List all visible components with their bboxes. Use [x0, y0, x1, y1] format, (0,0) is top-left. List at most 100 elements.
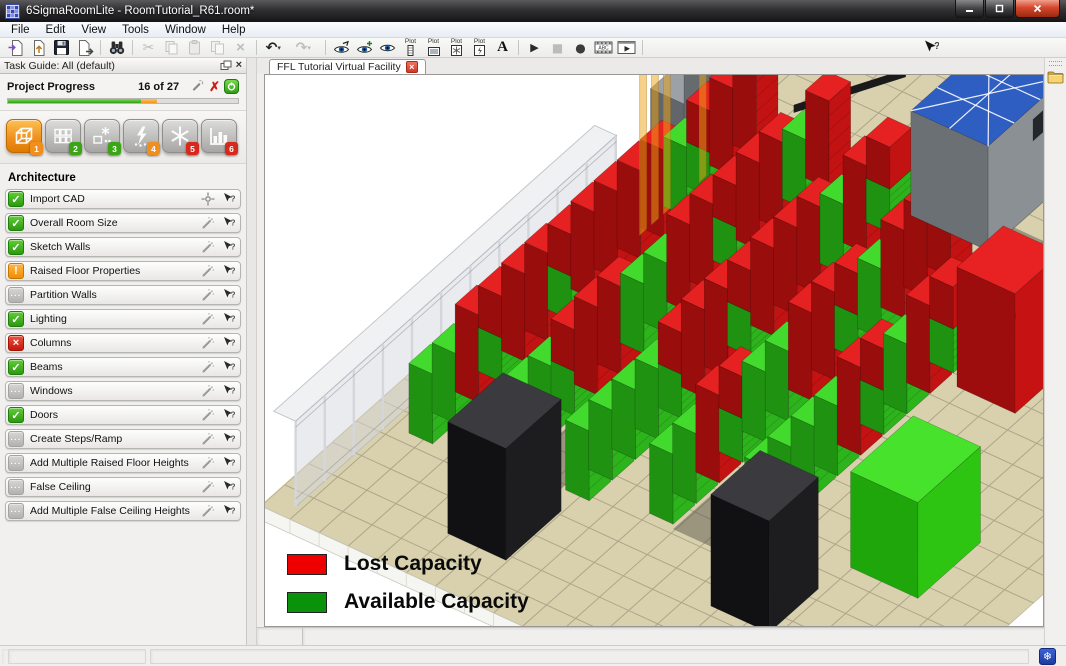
- wand-icon[interactable]: [201, 432, 215, 446]
- context-help-icon[interactable]: ?: [222, 264, 235, 278]
- plot-cooling-button[interactable]: Plot: [445, 38, 468, 57]
- context-help-icon[interactable]: ?: [222, 408, 235, 422]
- task-doors[interactable]: ✓Doors?: [5, 405, 241, 425]
- wand-icon[interactable]: [201, 240, 215, 254]
- task-columns[interactable]: ×Columns?: [5, 333, 241, 353]
- context-help-icon[interactable]: ?: [222, 384, 235, 398]
- context-help-icon[interactable]: ?: [222, 192, 235, 206]
- menu-item-tools[interactable]: Tools: [114, 24, 157, 36]
- solver-status-icon[interactable]: ❄: [1039, 648, 1056, 665]
- plot-floor-button[interactable]: Plot: [422, 38, 445, 57]
- panel-splitter[interactable]: [247, 58, 257, 645]
- find-icon[interactable]: [105, 38, 128, 57]
- undo-button[interactable]: ↶▾: [261, 38, 291, 57]
- open-room-icon[interactable]: [27, 38, 50, 57]
- task-beams[interactable]: ✓Beams?: [5, 357, 241, 377]
- view-orbit-icon[interactable]: [330, 38, 353, 57]
- plot-power-button[interactable]: Plot: [468, 38, 491, 57]
- view-add-icon[interactable]: [353, 38, 376, 57]
- menu-item-window[interactable]: Window: [157, 24, 214, 36]
- wand-icon[interactable]: [201, 312, 215, 326]
- step-button-5[interactable]: 5: [162, 119, 198, 153]
- play-button[interactable]: ▶: [523, 38, 546, 57]
- wand-icon[interactable]: [201, 264, 215, 278]
- wand-icon[interactable]: [201, 456, 215, 470]
- wand-icon[interactable]: [201, 480, 215, 494]
- context-help-icon[interactable]: ?: [222, 432, 235, 446]
- task-windows[interactable]: ···Windows?: [5, 381, 241, 401]
- task-create-steps-ramp[interactable]: ···Create Steps/Ramp?: [5, 429, 241, 449]
- task-add-multiple-raised-floor-heights[interactable]: ···Add Multiple Raised Floor Heights?: [5, 453, 241, 473]
- step-button-4[interactable]: 4: [123, 119, 159, 153]
- settings-wrench-icon[interactable]: [191, 78, 205, 95]
- float-panel-icon[interactable]: [220, 60, 232, 71]
- wand-icon[interactable]: [201, 504, 215, 518]
- wand-icon[interactable]: [201, 360, 215, 374]
- context-help-icon[interactable]: ?: [222, 312, 235, 326]
- tab-close-icon[interactable]: ×: [406, 61, 418, 73]
- task-raised-floor-properties[interactable]: !Raised Floor Properties?: [5, 261, 241, 281]
- toolbar-separator: [256, 40, 257, 55]
- task-add-multiple-false-ceiling-heights[interactable]: ···Add Multiple False Ceiling Heights?: [5, 501, 241, 521]
- context-help-icon[interactable]: ?: [222, 336, 235, 350]
- context-help-icon[interactable]: ?: [222, 240, 235, 254]
- save-icon[interactable]: [50, 38, 73, 57]
- step-button-6[interactable]: 6: [201, 119, 237, 153]
- 3d-viewport[interactable]: Lost CapacityAvailable Capacity: [264, 74, 1044, 627]
- maximize-button[interactable]: [985, 0, 1014, 18]
- plot-rack-button[interactable]: Plot: [399, 38, 422, 57]
- minimize-button[interactable]: [955, 0, 984, 18]
- export-room-icon[interactable]: [73, 38, 96, 57]
- wand-icon[interactable]: [201, 288, 215, 302]
- record-button[interactable]: ●: [569, 38, 592, 57]
- open-library-folder-icon[interactable]: [1047, 71, 1064, 89]
- wand-icon[interactable]: [201, 384, 215, 398]
- context-help-icon[interactable]: ?: [222, 504, 235, 518]
- context-help-icon[interactable]: ?: [222, 216, 235, 230]
- task-false-ceiling[interactable]: ···False Ceiling?: [5, 477, 241, 497]
- view-icon[interactable]: [376, 38, 399, 57]
- context-help-icon[interactable]: ?: [222, 480, 235, 494]
- task-import-cad[interactable]: ✓Import CAD?: [5, 189, 241, 209]
- context-help-icon[interactable]: ?: [222, 456, 235, 470]
- toolbar-grip-handle[interactable]: [1049, 61, 1062, 66]
- context-help-icon[interactable]: ?: [222, 360, 235, 374]
- close-button[interactable]: [1015, 0, 1060, 18]
- animation-frames-button[interactable]: ABC: [592, 38, 615, 57]
- text-annotation-button[interactable]: A: [491, 38, 514, 57]
- locate-icon[interactable]: [201, 192, 215, 206]
- task-status-error-icon: ×: [8, 335, 24, 351]
- context-help-icon[interactable]: ?: [222, 288, 235, 302]
- toolbar-separator: [100, 40, 101, 55]
- task-lighting[interactable]: ✓Lighting?: [5, 309, 241, 329]
- task-partition-walls[interactable]: ···Partition Walls?: [5, 285, 241, 305]
- task-label: Beams: [30, 361, 201, 373]
- title-bar[interactable]: 6SigmaRoomLite - RoomTutorial_R61.room*: [0, 0, 1066, 22]
- import-room-icon[interactable]: [4, 38, 27, 57]
- toolbar-separator: [325, 40, 326, 55]
- wand-icon[interactable]: [201, 408, 215, 422]
- task-status-pending-icon: ···: [8, 503, 24, 519]
- duplicate-icon: [206, 38, 229, 57]
- close-panel-icon[interactable]: ×: [236, 60, 242, 71]
- animation-play-button[interactable]: [615, 38, 638, 57]
- step-button-1[interactable]: 1: [6, 119, 42, 153]
- step-button-3[interactable]: 3: [84, 119, 120, 153]
- menu-item-view[interactable]: View: [73, 24, 114, 36]
- menu-item-file[interactable]: File: [3, 24, 38, 36]
- svg-text:?: ?: [230, 242, 235, 252]
- task-overall-room-size[interactable]: ✓Overall Room Size?: [5, 213, 241, 233]
- wand-icon[interactable]: [201, 336, 215, 350]
- task-label: Create Steps/Ramp: [30, 433, 201, 445]
- tab-virtual-facility[interactable]: FFL Tutorial Virtual Facility ×: [269, 59, 426, 74]
- menu-item-edit[interactable]: Edit: [38, 24, 74, 36]
- progress-fill-complete: [8, 99, 141, 103]
- cancel-tasks-icon[interactable]: ✗: [209, 80, 220, 93]
- task-sketch-walls[interactable]: ✓Sketch Walls?: [5, 237, 241, 257]
- wand-icon[interactable]: [201, 216, 215, 230]
- 3d-scene[interactable]: [265, 75, 1043, 626]
- power-toggle-icon[interactable]: [224, 79, 239, 94]
- menu-item-help[interactable]: Help: [214, 24, 254, 36]
- whats-this-help-button[interactable]: ?: [919, 38, 942, 57]
- step-button-2[interactable]: 2: [45, 119, 81, 153]
